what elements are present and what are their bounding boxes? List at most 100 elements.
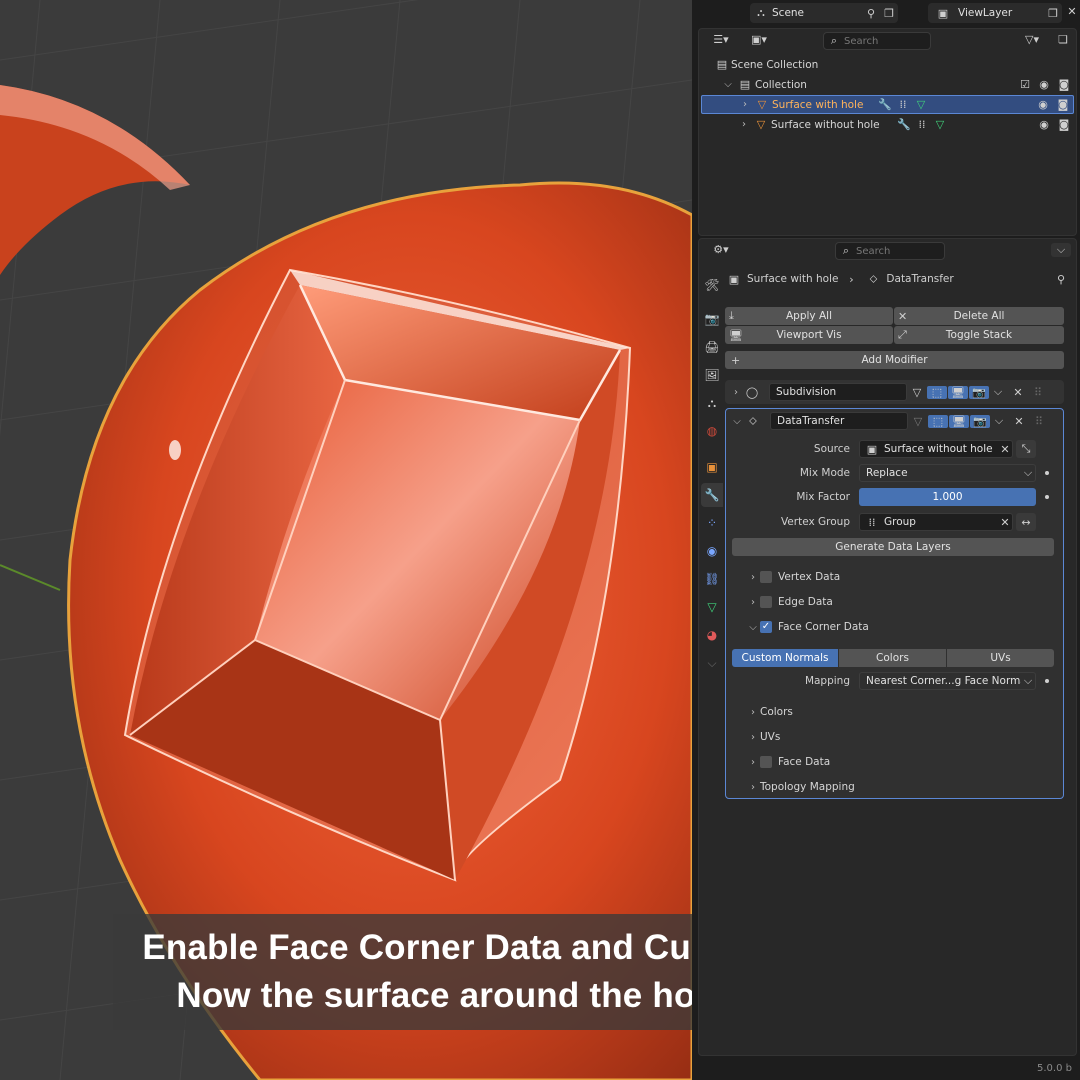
render-icon[interactable]: 📷 xyxy=(970,414,990,428)
vertex-groups-icon[interactable]: ⁞⁞ xyxy=(894,98,912,111)
object-tab-icon[interactable]: ▣ xyxy=(701,455,723,479)
vertex-group-field[interactable]: ⁞⁞ Group ✕ xyxy=(859,513,1013,531)
generate-data-layers-button[interactable]: Generate Data Layers xyxy=(732,538,1054,556)
add-modifier-button[interactable]: + Add Modifier xyxy=(725,351,1064,369)
constraints-tab-icon[interactable]: ⛓ xyxy=(701,567,723,591)
toggle-stack-button[interactable]: ⤢ Toggle Stack xyxy=(894,326,1064,344)
edge-data-checkbox[interactable] xyxy=(760,596,772,608)
tool-tab-icon[interactable]: 🛠 xyxy=(701,273,723,297)
output-tab-icon[interactable]: 🖨 xyxy=(701,335,723,359)
render-tab-icon[interactable]: 📷 xyxy=(701,307,723,331)
modifier-name-field[interactable]: DataTransfer xyxy=(770,412,908,430)
viewlayer-selector[interactable]: ▣ ViewLayer ❐ xyxy=(928,3,1062,23)
expand-icon[interactable]: › xyxy=(746,707,760,718)
outliner-row-collection[interactable]: ⌵ ▤ Collection ☑ ◉ ◙ xyxy=(701,75,1074,94)
material-tab-icon[interactable]: ◕ xyxy=(701,623,723,647)
face-data-checkbox[interactable] xyxy=(760,756,772,768)
eye-icon[interactable]: ◉ xyxy=(1034,78,1054,91)
camera-icon[interactable]: ◙ xyxy=(1054,78,1074,91)
clear-icon[interactable]: ✕ xyxy=(998,443,1012,456)
tab-colors[interactable]: Colors xyxy=(839,649,946,667)
keyframe-dot[interactable] xyxy=(1045,471,1049,475)
filter-icon[interactable]: ▽▾ xyxy=(1017,33,1047,46)
colors-subpanel[interactable]: › Colors xyxy=(746,702,793,722)
keyframe-dot[interactable] xyxy=(1045,679,1049,683)
face-data-subpanel[interactable]: › Face Data xyxy=(746,752,830,772)
face-corner-data-checkbox[interactable]: ✓ xyxy=(760,621,772,633)
expand-icon[interactable]: › xyxy=(729,387,743,398)
realtime-icon[interactable]: 🖥 xyxy=(948,385,968,399)
render-icon[interactable]: 📷 xyxy=(969,385,989,399)
new-scene-icon[interactable]: ❐ xyxy=(880,7,898,20)
more-tabs-icon[interactable]: ⌵ xyxy=(701,651,723,675)
edit-cage-icon[interactable]: ▽ xyxy=(908,415,928,428)
mix-mode-select[interactable]: Replace ⌵ xyxy=(859,464,1036,482)
physics-tab-icon[interactable]: ◉ xyxy=(701,539,723,563)
tab-uvs[interactable]: UVs xyxy=(947,649,1054,667)
modifier-name-field[interactable]: Subdivision xyxy=(769,383,907,401)
vertex-data-checkbox[interactable] xyxy=(760,571,772,583)
object-transform-icon[interactable]: ⤡ xyxy=(1016,440,1036,458)
uvs-subpanel[interactable]: › UVs xyxy=(746,727,780,747)
outliner-search-input[interactable]: ⌕ Search xyxy=(823,32,931,50)
remove-modifier-icon[interactable]: ✕ xyxy=(1007,386,1029,399)
expand-icon[interactable]: › xyxy=(738,99,752,110)
viewport-vis-button[interactable]: 🖥 Viewport Vis xyxy=(725,326,893,344)
outliner-row-surface-with-hole[interactable]: › ▽ Surface with hole 🔧 ⁞⁞ ▽ ◉ ◙ xyxy=(701,95,1074,114)
expand-icon[interactable]: › xyxy=(746,782,760,793)
chevron-down-icon[interactable]: ⌵ xyxy=(990,414,1008,428)
invert-arrows-icon[interactable]: ↔ xyxy=(1016,513,1036,531)
pin-icon[interactable]: ⚲ xyxy=(862,7,880,20)
keyframe-dot[interactable] xyxy=(1045,495,1049,499)
view-layer-tab-icon[interactable]: 🖼 xyxy=(701,363,723,387)
editor-type-icon[interactable]: ⚙▾ xyxy=(707,243,735,256)
new-collection-icon[interactable]: ❏ xyxy=(1053,33,1073,46)
collapse-icon[interactable]: ⌵ xyxy=(746,622,760,633)
topology-mapping-subpanel[interactable]: › Topology Mapping xyxy=(746,777,855,797)
edit-cage-icon[interactable]: ▽ xyxy=(907,386,927,399)
apply-all-button[interactable]: ⤓ Apply All xyxy=(725,307,893,325)
mesh-data-icon[interactable]: ▽ xyxy=(931,118,949,131)
properties-search-input[interactable]: ⌕ Search xyxy=(835,242,945,260)
editmode-icon[interactable]: ⬚ xyxy=(928,414,948,428)
scene-tab-icon[interactable]: ⛬ xyxy=(701,391,723,415)
expand-icon[interactable]: › xyxy=(746,597,760,608)
modifier-wrench-icon[interactable]: 🔧 xyxy=(895,118,913,131)
exclude-checkbox-icon[interactable]: ☑ xyxy=(1016,78,1034,91)
new-viewlayer-icon[interactable]: ❐ xyxy=(1044,7,1062,20)
expand-icon[interactable]: › xyxy=(746,572,760,583)
modifier-tab-icon[interactable]: 🔧 xyxy=(701,483,723,507)
expand-icon[interactable]: › xyxy=(746,757,760,768)
expand-icon[interactable]: › xyxy=(737,119,751,130)
delete-all-button[interactable]: ✕ Delete All xyxy=(894,307,1064,325)
camera-icon[interactable]: ◙ xyxy=(1053,98,1073,111)
data-tab-icon[interactable]: ▽ xyxy=(701,595,723,619)
outliner-row-surface-without-hole[interactable]: › ▽ Surface without hole 🔧 ⁞⁞ ▽ ◉ ◙ xyxy=(701,115,1074,134)
drag-handle-icon[interactable]: ⠿ xyxy=(1029,386,1047,399)
tab-custom-normals[interactable]: Custom Normals xyxy=(732,649,838,667)
vertex-groups-icon[interactable]: ⁞⁞ xyxy=(913,118,931,131)
options-dropdown-icon[interactable]: ⌵ xyxy=(1051,243,1071,257)
remove-viewlayer-icon[interactable]: ✕ xyxy=(1066,5,1078,18)
expand-icon[interactable]: › xyxy=(746,732,760,743)
eye-icon[interactable]: ◉ xyxy=(1034,118,1054,131)
drag-handle-icon[interactable]: ⠿ xyxy=(1030,415,1048,428)
camera-icon[interactable]: ◙ xyxy=(1054,118,1074,131)
collapse-icon[interactable]: ⌵ xyxy=(721,79,735,90)
source-field[interactable]: ▣ Surface without hole ✕ xyxy=(859,440,1013,458)
vertex-data-subpanel[interactable]: › Vertex Data xyxy=(746,567,840,587)
clear-icon[interactable]: ✕ xyxy=(998,516,1012,529)
collapse-icon[interactable]: ⌵ xyxy=(730,416,744,427)
world-tab-icon[interactable]: ◍ xyxy=(701,419,723,443)
outliner-row-scene-collection[interactable]: ▤ Scene Collection xyxy=(701,55,1074,74)
face-corner-data-subpanel[interactable]: ⌵ ✓ Face Corner Data xyxy=(746,617,869,637)
3d-viewport[interactable]: Enable Face Corner Data and Custom Norma… xyxy=(0,0,692,1080)
chevron-down-icon[interactable]: ⌵ xyxy=(989,385,1007,399)
editmode-icon[interactable]: ⬚ xyxy=(927,385,947,399)
mesh-data-icon[interactable]: ▽ xyxy=(912,98,930,111)
pin-icon[interactable]: ⚲ xyxy=(1052,273,1070,286)
scene-selector[interactable]: ⛬ Scene ⚲ ❐ xyxy=(750,3,898,23)
particles-tab-icon[interactable]: ⁘ xyxy=(701,511,723,535)
mix-factor-slider[interactable]: 1.000 xyxy=(859,488,1036,506)
edge-data-subpanel[interactable]: › Edge Data xyxy=(746,592,833,612)
